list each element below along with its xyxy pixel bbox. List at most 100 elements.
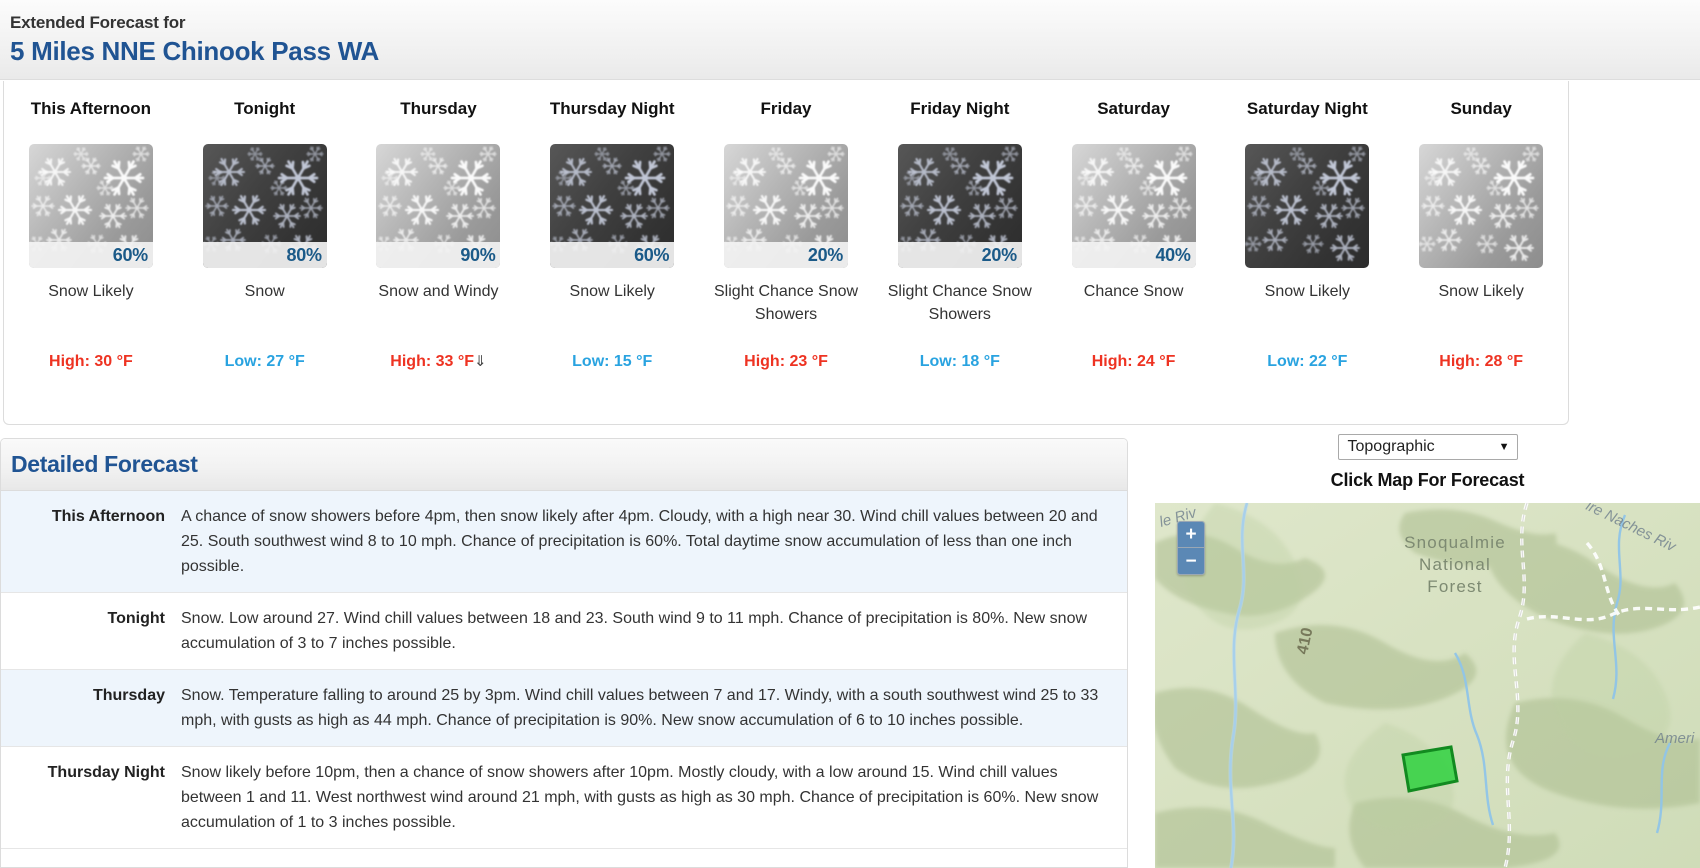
forecast-temperature-value: Low: 18 °F (919, 353, 1000, 370)
detailed-forecast-description: Snow likely before 10pm, then a chance o… (181, 764, 1099, 831)
forecast-card-title: Friday (760, 99, 812, 118)
forecast-card-title: Saturday (1097, 99, 1170, 118)
temperature-trend-icon: ⇓ (474, 353, 487, 370)
forecast-map[interactable]: 410 le Riv ire Naches Riv Ameri Snoqualm… (1155, 503, 1700, 868)
precip-probability-value: 20% (807, 244, 844, 265)
forecast-card-list: This Afternoon 60% Snow Likely High: 30 … (4, 81, 1568, 424)
forecast-card: Tonight 80% Snow Low: 27 °F (178, 93, 352, 424)
forecast-temperature-value: High: 30 °F (49, 353, 133, 370)
detailed-forecast-row: Tonight Snow. Low around 27. Wind chill … (1, 593, 1127, 670)
forecast-temperature-value: Low: 15 °F (572, 353, 653, 370)
forecast-temperature-value: High: 24 °F (1091, 353, 1176, 370)
detailed-forecast-period-label: Thursday (92, 687, 165, 704)
forecast-temperature: Low: 22 °F (1220, 353, 1394, 371)
detailed-forecast-description: Snow. Temperature falling to around 25 b… (181, 687, 1099, 729)
precip-probability-value: 90% (460, 244, 496, 265)
svg-text:National: National (1419, 555, 1491, 574)
svg-text:Forest: Forest (1427, 577, 1482, 596)
precip-probability-badge: 80% (202, 242, 327, 268)
forecast-card-title: Sunday (1450, 99, 1512, 118)
precip-probability-badge: 60% (28, 242, 153, 268)
weather-icon-snow[interactable]: 20% (897, 144, 1022, 268)
map-zoom-in-button[interactable]: + (1178, 522, 1204, 548)
forecast-card: Sunday Snow Likely High: 28 °F (1394, 93, 1568, 424)
forecast-temperature: Low: 27 °F (178, 353, 352, 371)
weather-icon-snow[interactable] (1245, 144, 1370, 268)
weather-icon-snow[interactable]: 90% (376, 144, 501, 268)
forecast-card: Thursday Night 60% Snow Likely Low: 15 °… (525, 93, 699, 424)
precip-probability-badge: 20% (897, 242, 1022, 268)
forecast-condition-text: Snow Likely (48, 283, 134, 300)
detailed-forecast-row: Thursday Snow. Temperature falling to ar… (1, 670, 1127, 747)
forecast-condition-text: Chance Snow (1083, 283, 1184, 300)
map-layer-selected-value: Topographic (1347, 438, 1435, 455)
precip-probability-badge: 20% (724, 242, 849, 268)
forecast-card-title: Thursday Night (549, 99, 675, 118)
detailed-forecast-description: A chance of snow showers before 4pm, the… (181, 508, 1098, 575)
click-map-label: Click Map For Forecast (1330, 470, 1525, 490)
forecast-card: This Afternoon 60% Snow Likely High: 30 … (4, 93, 178, 424)
weather-icon-snow[interactable]: 60% (550, 144, 675, 268)
map-zoom-controls[interactable]: + − (1177, 521, 1205, 575)
forecast-condition-text: Snow and Windy (378, 283, 499, 300)
map-canvas[interactable]: 410 le Riv ire Naches Riv Ameri Snoqualm… (1155, 503, 1700, 868)
detailed-forecast-period-label: Tonight (107, 610, 165, 627)
forecast-temperature: Low: 18 °F (873, 353, 1047, 371)
detailed-forecast-description: Snow. Low around 27. Wind chill values b… (181, 610, 1088, 652)
forecast-card: Saturday Night Snow Likely Low: 22 °F (1220, 93, 1394, 424)
map-column: Topographic ▼ Click Map For Forecast 410… (1155, 430, 1700, 868)
forecast-temperature: High: 33 °F⇓ (352, 352, 526, 371)
precip-probability-value: 20% (981, 244, 1017, 265)
detailed-forecast-period-label: Thursday Night (47, 764, 165, 781)
weather-icon-snow[interactable] (1419, 144, 1544, 268)
forecast-condition-text: Slight Chance Snow Showers (887, 283, 1032, 323)
forecast-temperature: Low: 15 °F (525, 353, 699, 371)
forecast-temperature: High: 24 °F (1047, 353, 1221, 371)
forecast-card: Thursday 90% Snow and Windy High: 33 °F⇓ (352, 93, 526, 424)
map-layer-select[interactable]: Topographic ▼ (1337, 434, 1518, 460)
forecast-card: Friday Night 20% Slight Chance Snow Show… (873, 93, 1047, 424)
weather-icon-snow[interactable]: 80% (202, 144, 327, 268)
svg-text:Snoqualmie: Snoqualmie (1404, 533, 1506, 552)
weather-icon-snow[interactable]: 40% (1071, 144, 1196, 268)
extended-forecast-panel: This Afternoon 60% Snow Likely High: 30 … (3, 81, 1569, 425)
forecast-temperature: High: 23 °F (699, 353, 873, 371)
detailed-forecast-panel: Detailed Forecast This Afternoon A chanc… (0, 438, 1128, 868)
svg-text:Ameri: Ameri (1654, 730, 1695, 747)
detailed-forecast-row: This Afternoon A chance of snow showers … (1, 491, 1127, 593)
forecast-temperature-value: High: 28 °F (1439, 353, 1523, 370)
forecast-temperature-value: Low: 22 °F (1267, 353, 1348, 370)
forecast-temperature: High: 28 °F (1394, 353, 1568, 371)
precip-probability-badge: 60% (550, 242, 675, 268)
forecast-location-title: 5 Miles NNE Chinook Pass WA (10, 36, 379, 66)
precip-probability-badge: 40% (1071, 242, 1196, 268)
precip-probability-value: 80% (286, 244, 322, 265)
weather-icon-snow[interactable]: 20% (724, 144, 849, 268)
forecast-temperature-value: High: 23 °F (744, 353, 828, 370)
precip-probability-value: 40% (1155, 244, 1191, 265)
precip-probability-value: 60% (112, 244, 148, 265)
forecast-kicker: Extended Forecast for (10, 13, 186, 32)
detailed-forecast-header: Detailed Forecast (1, 439, 1127, 491)
forecast-card: Friday 20% Slight Chance Snow Showers Hi… (699, 93, 873, 424)
forecast-condition-text: Snow (244, 283, 285, 300)
detailed-forecast-heading: Detailed Forecast (11, 451, 198, 477)
forecast-temperature: High: 30 °F (4, 353, 178, 371)
detailed-forecast-rows: This Afternoon A chance of snow showers … (1, 491, 1127, 849)
forecast-temperature-value: Low: 27 °F (224, 353, 305, 370)
precip-probability-value: 60% (634, 244, 670, 265)
forecast-card: Saturday 40% Chance Snow High: 24 °F (1047, 93, 1221, 424)
forecast-card-title: Saturday Night (1246, 99, 1368, 118)
forecast-card-title: This Afternoon (30, 99, 152, 118)
forecast-card-title: Tonight (234, 99, 296, 118)
detailed-forecast-row: Thursday Night Snow likely before 10pm, … (1, 747, 1127, 849)
map-zoom-out-button[interactable]: − (1178, 548, 1204, 574)
forecast-condition-text: Snow Likely (569, 283, 655, 300)
forecast-card-title: Friday Night (910, 99, 1010, 118)
forecast-card-title: Thursday (400, 99, 477, 118)
weather-icon-snow[interactable]: 60% (28, 144, 153, 268)
detailed-forecast-period-label: This Afternoon (51, 508, 165, 525)
map-layer-select-wrap: Topographic ▼ (1155, 434, 1700, 460)
forecast-temperature-value: High: 33 °F (390, 353, 475, 370)
forecast-condition-text: Slight Chance Snow Showers (713, 283, 859, 323)
